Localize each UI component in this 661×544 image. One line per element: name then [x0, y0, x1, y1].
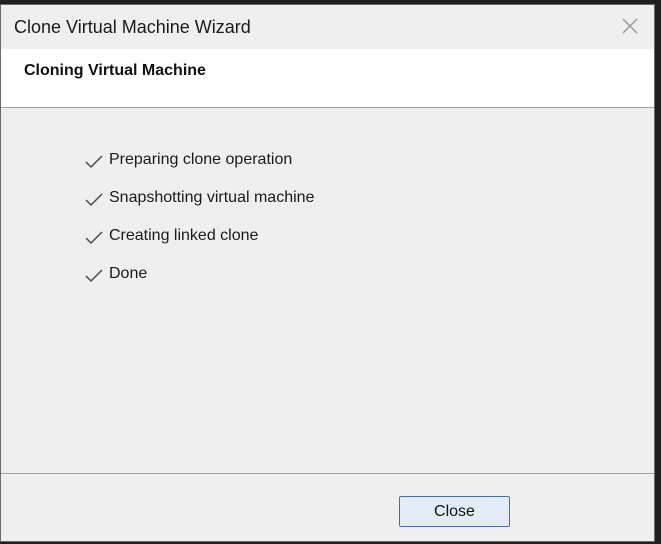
check-icon — [85, 155, 103, 169]
close-icon[interactable] — [620, 16, 640, 36]
window-title: Clone Virtual Machine Wizard — [14, 17, 251, 37]
step-preparing-clone: Preparing clone operation — [85, 148, 314, 186]
page-title: Cloning Virtual Machine — [24, 62, 206, 79]
step-label: Creating linked clone — [109, 227, 259, 244]
step-label: Preparing clone operation — [109, 151, 293, 168]
step-label: Snapshotting virtual machine — [109, 189, 315, 206]
footer-divider — [1, 473, 654, 474]
step-done: Done — [85, 262, 314, 300]
step-creating-linked-clone: Creating linked clone — [85, 224, 314, 262]
close-button[interactable]: Close — [399, 496, 510, 527]
check-icon — [85, 231, 103, 245]
title-bar: Clone Virtual Machine Wizard — [1, 5, 654, 49]
step-snapshotting: Snapshotting virtual machine — [85, 186, 314, 224]
step-label: Done — [109, 265, 148, 282]
clone-wizard-dialog: Clone Virtual Machine Wizard Cloning Vir… — [0, 4, 655, 542]
check-icon — [85, 193, 103, 207]
progress-step-list: Preparing clone operation Snapshotting v… — [85, 148, 314, 300]
wizard-header: Cloning Virtual Machine — [1, 49, 654, 108]
check-icon — [85, 269, 103, 283]
